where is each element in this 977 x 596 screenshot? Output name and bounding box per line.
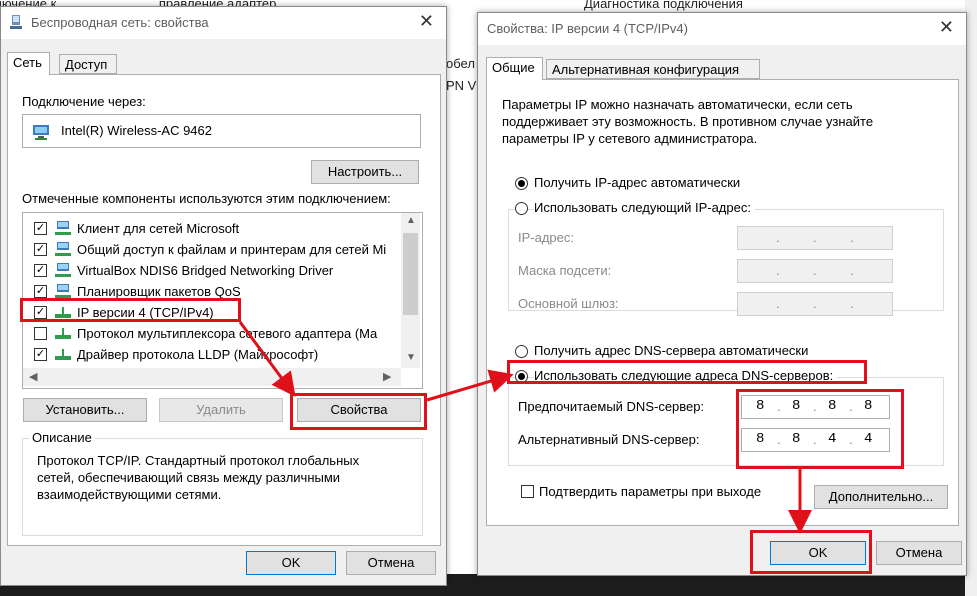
gateway-field[interactable]: ... xyxy=(737,292,893,316)
component-checkbox[interactable]: ✓ xyxy=(34,264,47,277)
tab-network[interactable]: Сеть xyxy=(7,52,50,75)
network-client-icon xyxy=(55,284,71,298)
component-checkbox[interactable]: ✓ xyxy=(34,285,47,298)
protocol-icon xyxy=(55,328,71,339)
background-text: обел xyxy=(446,56,475,71)
component-label: Протокол мультиплексора сетевого адаптер… xyxy=(77,326,378,341)
component-label: VirtualBox NDIS6 Bridged Networking Driv… xyxy=(77,263,334,278)
subnet-field[interactable]: ... xyxy=(737,259,893,283)
dns-auto-radio[interactable] xyxy=(515,345,528,358)
ipv4-properties-dialog: Свойства: IP версии 4 (TCP/IPv4) ✕ Общие… xyxy=(477,12,967,576)
network-client-icon xyxy=(55,242,71,256)
highlight-dns-fields xyxy=(736,389,904,469)
title-bar[interactable]: Свойства: IP версии 4 (TCP/IPv4) ✕ xyxy=(478,13,966,45)
protocol-icon xyxy=(55,349,71,360)
ip-auto-radio[interactable] xyxy=(515,177,528,190)
network-adapter-icon xyxy=(33,125,49,140)
scroll-down-icon[interactable]: ▼ xyxy=(406,352,416,363)
highlight-properties-button xyxy=(290,393,427,430)
list-item[interactable]: ✓ VirtualBox NDIS6 Bridged Networking Dr… xyxy=(23,260,422,281)
wireless-properties-dialog: Беспроводная сеть: свойства ✕ Сеть Досту… xyxy=(0,6,447,586)
alternate-dns-label: Альтернативный DNS-сервер: xyxy=(518,432,700,447)
adapter-field: Intel(R) Wireless-AC 9462 xyxy=(22,114,421,148)
highlight-ok-button xyxy=(750,530,872,574)
component-label: Планировщик пакетов QoS xyxy=(77,284,241,299)
description-label: Описание xyxy=(29,430,95,445)
highlight-dns-manual-radio xyxy=(507,360,867,384)
horizontal-scrollbar[interactable]: ◀ ▶ xyxy=(23,368,401,386)
validate-label[interactable]: Подтвердить параметры при выходе xyxy=(539,484,761,499)
configure-button[interactable]: Настроить... xyxy=(311,160,419,184)
ip-auto-label[interactable]: Получить IP-адрес автоматически xyxy=(534,175,740,190)
component-label: Клиент для сетей Microsoft xyxy=(77,221,240,236)
dialog-title: Беспроводная сеть: свойства xyxy=(31,15,209,30)
component-checkbox[interactable] xyxy=(34,327,47,340)
tab-alternate-config[interactable]: Альтернативная конфигурация xyxy=(546,59,760,79)
remove-button[interactable]: Удалить xyxy=(159,398,283,422)
install-button[interactable]: Установить... xyxy=(23,398,147,422)
adapter-name: Intel(R) Wireless-AC 9462 xyxy=(61,123,212,138)
component-checkbox[interactable]: ✓ xyxy=(34,243,47,256)
component-checkbox[interactable]: ✓ xyxy=(34,222,47,235)
highlight-ipv4-item xyxy=(20,298,241,322)
ip-manual-label[interactable]: Использовать следующий IP-адрес: xyxy=(534,200,755,215)
component-label: Драйвер протокола LLDP (Майкрософт) xyxy=(77,347,319,362)
scroll-right-icon[interactable]: ▶ xyxy=(383,370,391,383)
background-window-edge: обел PN V xyxy=(446,14,480,574)
preferred-dns-label: Предпочитаемый DNS-сервер: xyxy=(518,399,705,414)
list-item[interactable]: ✓ Драйвер протокола LLDP (Майкрософт) xyxy=(23,344,422,365)
vertical-scrollbar[interactable]: ▲ ▼ xyxy=(401,213,420,368)
intro-line: поддерживает эту возможность. В противно… xyxy=(502,114,874,129)
description-line: Протокол TCP/IP. Стандартный протокол гл… xyxy=(37,453,360,468)
scroll-up-icon[interactable]: ▲ xyxy=(406,215,416,226)
title-bar[interactable]: Беспроводная сеть: свойства ✕ xyxy=(1,7,446,39)
list-item[interactable]: ✓ Общий доступ к файлам и принтерам для … xyxy=(23,239,422,260)
ip-address-field[interactable]: ... xyxy=(737,226,893,250)
ip-manual-radio[interactable] xyxy=(515,202,528,215)
dns-auto-label[interactable]: Получить адрес DNS-сервера автоматически xyxy=(534,343,808,358)
background-text: PN V xyxy=(446,78,477,93)
scroll-left-icon[interactable]: ◀ xyxy=(29,370,37,383)
scroll-thumb[interactable] xyxy=(403,233,418,315)
connect-via-label: Подключение через: xyxy=(22,94,146,109)
list-item[interactable]: Протокол мультиплексора сетевого адаптер… xyxy=(23,323,422,344)
advanced-button[interactable]: Дополнительно... xyxy=(814,485,948,509)
subnet-label: Маска подсети: xyxy=(518,263,612,278)
description-line: взаимодействующими сетями. xyxy=(37,487,222,502)
intro-line: параметры IP у сетевого администратора. xyxy=(502,131,758,146)
component-label: Общий доступ к файлам и принтерам для се… xyxy=(77,242,387,257)
network-client-icon xyxy=(55,221,71,235)
tab-access[interactable]: Доступ xyxy=(59,54,117,74)
background-menu-item: Диагностика подключения xyxy=(584,0,743,11)
list-item[interactable]: ✓ Клиент для сетей Microsoft xyxy=(23,218,422,239)
ok-button[interactable]: OK xyxy=(246,551,336,575)
tab-general[interactable]: Общие xyxy=(486,57,543,80)
description-line: сетей, обеспечивающий связь между различ… xyxy=(37,470,341,485)
network-icon xyxy=(10,15,22,29)
components-label: Отмеченные компоненты используются этим … xyxy=(22,191,391,206)
cancel-button[interactable]: Отмена xyxy=(876,541,962,565)
dialog-title: Свойства: IP версии 4 (TCP/IPv4) xyxy=(487,21,688,36)
ip-address-label: IP-адрес: xyxy=(518,230,574,245)
validate-checkbox[interactable] xyxy=(521,485,534,498)
intro-line: Параметры IP можно назначать автоматичес… xyxy=(502,97,853,112)
close-icon[interactable]: ✕ xyxy=(939,17,954,38)
close-icon[interactable]: ✕ xyxy=(419,11,434,32)
component-checkbox[interactable]: ✓ xyxy=(34,348,47,361)
network-client-icon xyxy=(55,263,71,277)
cancel-button[interactable]: Отмена xyxy=(346,551,436,575)
gateway-label: Основной шлюз: xyxy=(518,296,619,311)
